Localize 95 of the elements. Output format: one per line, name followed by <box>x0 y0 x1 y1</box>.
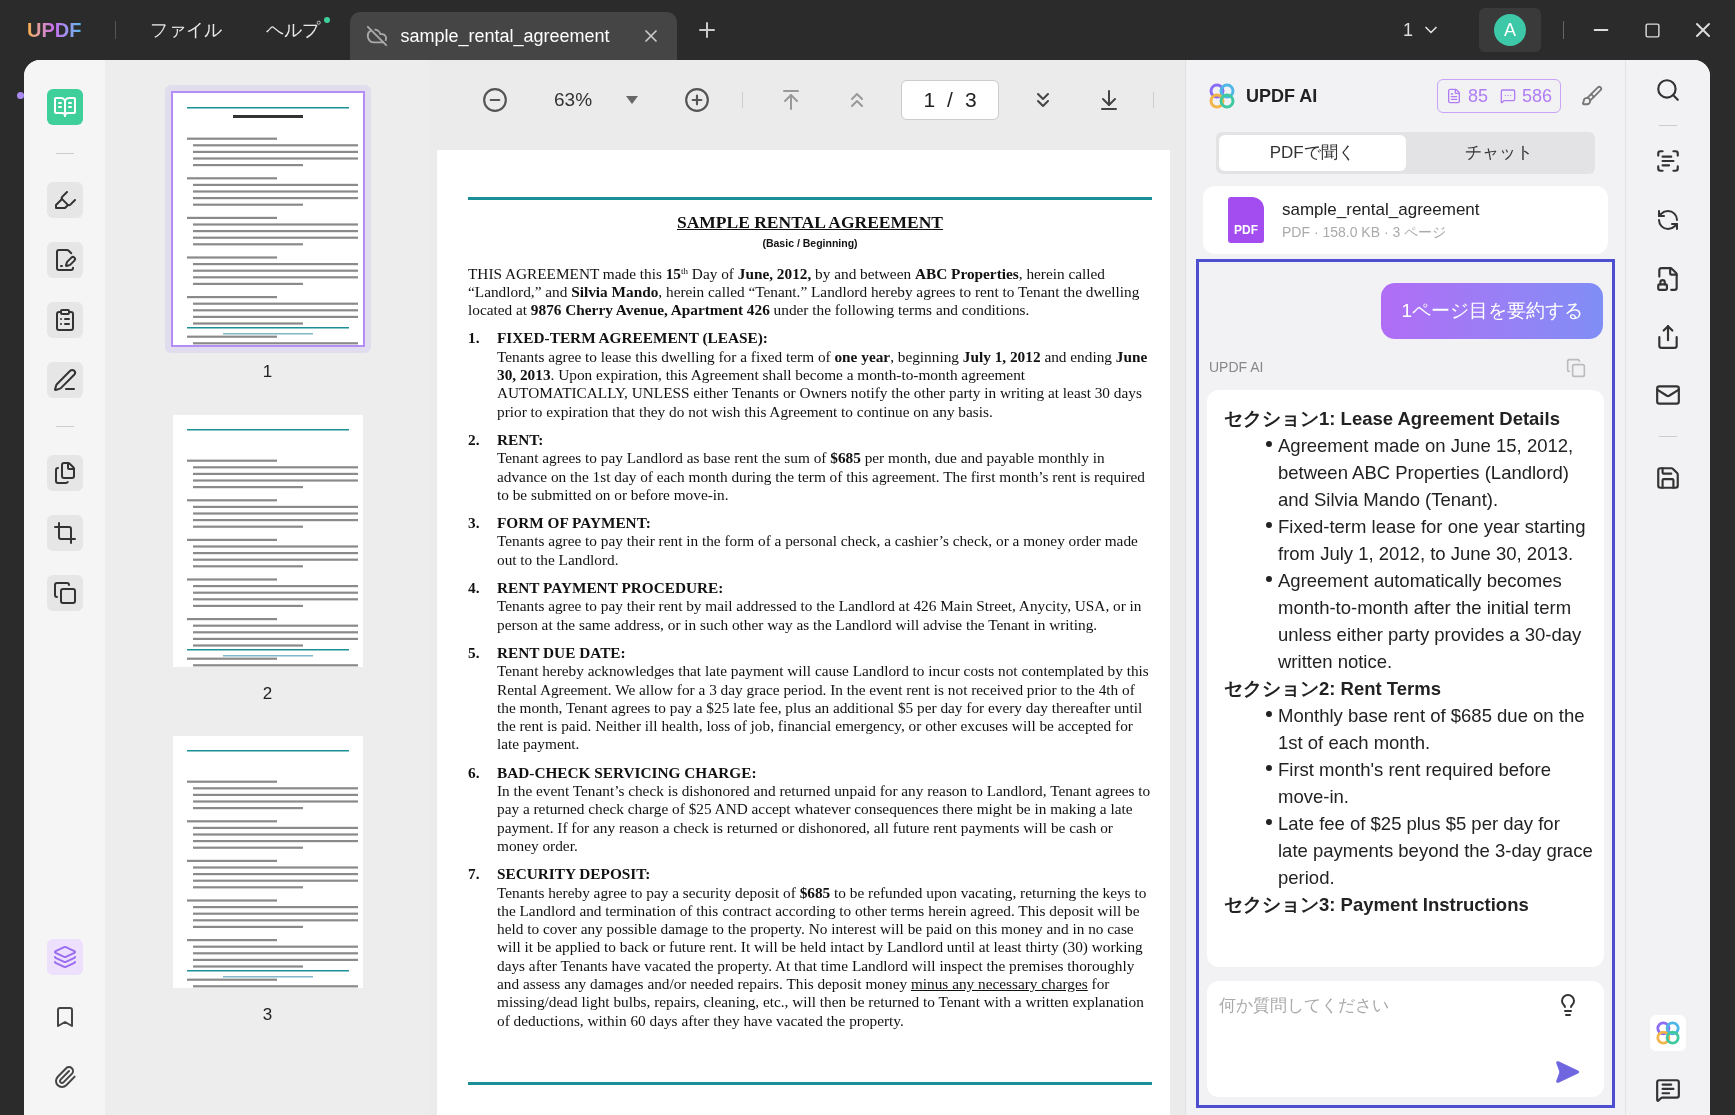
section-heading: SECURITY DEPOSIT: <box>497 865 652 884</box>
section-paragraph: Tenant hereby acknowledges that late payment will cause Landlord to incur costs not contemplated by this Rental Agreement. We allow for a 3 day grace period. In the event rent is not received prior to the 4th of the month, Tenant agrees to pay a $25 late fee, plus an additional $5 per day for every day thereafter until the rent is paid. Neither ill health, loss of job, financial emergency, or other excuses will be accepted for late payment. <box>497 662 1150 754</box>
answer-bullet: Agreement automatically becomes month-to-month after the initial term unless either party provides a 30-day written notice. <box>1278 569 1583 674</box>
chat-icon <box>1499 88 1516 104</box>
bullet-icon <box>1266 576 1272 582</box>
file-name: sample_rental_agreement <box>1282 198 1480 221</box>
page-number: 3 <box>262 1004 273 1026</box>
bullet-icon <box>1266 522 1272 528</box>
intro-paragraph: THIS AGREEMENT made this 15$^{th}$ Day of June, 2012, by and between ABC Properties, herein called “Landlord,” and Silvia Mando, herein called “Tenant.” Landlord hereby agrees to rent to Tenant the dwelling located at 9876 Cherry Avenue, Apartment 426 under the following terms and conditions. <box>468 264 1141 320</box>
ai-assistant-icon <box>1655 1020 1681 1046</box>
maximize-icon[interactable] <box>1644 21 1661 39</box>
section-number: 2. <box>468 430 481 450</box>
section-paragraph: Tenants agree to pay their rent in the form of a personal check, a cashier’s check, or a money order made out to the Landlord. <box>497 532 1139 570</box>
search-icon[interactable] <box>1655 77 1681 103</box>
save-icon[interactable] <box>1655 465 1681 491</box>
question-field[interactable]: 何か質問してください <box>1219 993 1556 1019</box>
paperclip-icon <box>52 1065 77 1089</box>
section-paragraph: Tenants hereby agree to pay a security deposit of $685 to be refunded upon vacating, returning the keys to the Landlord and termination of this contract according to other terms herein agreed. This deposit will be held to cover any possible damage to the property. No interest will be paid on this money and in no case will it be applied to back or future rent. It will be held intact by Landlord until at least thirty (30) working days after Tenants have vacated the property. At that time Landlord will inspect the premises thoroughly and assess any damages and/or needed repairs. This deposit money minus any necessary charges for missing/dead light bulbs, repairs, cleaning, etc., will then be returned to Tenant with a written explanation of deductions, within 60 days after they have vacated the property. <box>497 883 1148 1030</box>
answer-heading: セクション2: Rent Terms <box>1224 677 1442 701</box>
edit-tool-button[interactable] <box>46 242 83 278</box>
chat-credits: 586 <box>1521 84 1552 108</box>
section-heading: RENT PAYMENT PROCEDURE: <box>497 579 725 598</box>
responder-label: UPDF AI <box>1209 358 1264 377</box>
answer-bullet: Monthly base rent of $685 due on the 1st of each month. <box>1278 704 1586 755</box>
pdf-file-icon: PDF <box>1228 197 1264 243</box>
answer-heading: セクション3: Payment Instructions <box>1224 893 1530 917</box>
section-number: 4. <box>468 579 481 599</box>
document-tab[interactable]: sample_rental_agreement <box>350 12 678 60</box>
zoom-in-icon[interactable] <box>684 87 711 113</box>
section-heading: BAD-CHECK SERVICING CHARGE: <box>497 763 758 782</box>
ai-mode-tab[interactable]: PDFで聞く <box>1219 135 1406 171</box>
document-title: SAMPLE RENTAL AGREEMENT <box>675 213 945 232</box>
window-count-button[interactable]: 1 <box>1403 16 1441 44</box>
zoom-out-icon[interactable] <box>482 87 508 113</box>
bullet-icon <box>1266 765 1272 771</box>
dropdown-caret-icon[interactable] <box>626 96 639 104</box>
highlighter-icon <box>52 188 77 212</box>
section-number: 1. <box>468 329 481 349</box>
page-number: 1 <box>262 361 273 383</box>
crop-tool-button[interactable] <box>46 515 83 551</box>
answer-bullet: First month's rent required before move-in. <box>1278 758 1552 809</box>
section-number: 6. <box>468 763 481 783</box>
thumbnails-panel-button[interactable] <box>46 939 83 975</box>
convert-icon[interactable] <box>1656 208 1680 232</box>
tools-tool-button[interactable] <box>46 575 83 611</box>
section-paragraph: In the event Tenant’s check is dishonored and returned unpaid for any reason to Landlord, Tenant agrees to pay a returned check charge of $25 AND accept whatever consequences there might be in making a late payment. If for any reason a check is returned or dishonored, all future rent payments will be cash or money order. <box>497 782 1152 856</box>
section-heading: RENT DUE DATE: <box>497 643 627 663</box>
comment-tool-button[interactable] <box>46 182 83 218</box>
reader-icon <box>52 95 77 119</box>
answer-bullet: Agreement made on June 15, 2012, between ABC Properties (Landlord) and Silvia Mando (Tenant). <box>1278 434 1575 512</box>
ocr-icon[interactable] <box>1655 148 1681 174</box>
pages-icon <box>52 461 77 485</box>
send-icon[interactable] <box>1554 1059 1580 1085</box>
section-number: 7. <box>468 865 481 885</box>
page-number: 2 <box>262 682 273 705</box>
section-number: 3. <box>468 514 481 534</box>
bullet-icon <box>1266 819 1272 825</box>
section-paragraph: Tenants agree to lease this dwelling for a fixed term of one year, beginning July 1, 2012 and ending June 30, 2013. Upon expiration, this Agreement shall become a month-to-month agreement AUTOMATICALLY, UNLESS either Tenants or Owners notify the other party in writing at least 30 days prior to expiration that they do not wish this Agreement to continue on any basis. <box>497 347 1149 421</box>
answer-heading: セクション1: Lease Agreement Details <box>1224 407 1561 431</box>
page-field[interactable]: 1 / 3 <box>901 80 1000 120</box>
bullet-icon <box>1266 711 1272 717</box>
ai-mode-tab[interactable]: チャット <box>1405 135 1592 171</box>
section-heading: FIXED-TERM AGREEMENT (LEASE): <box>497 329 769 348</box>
crop-icon <box>52 521 77 545</box>
document-subtitle: (Basic / Beginning) <box>761 236 859 252</box>
layers-icon <box>52 945 77 969</box>
document-credits: 85 <box>1467 84 1488 108</box>
section-paragraph: Tenants agree to pay their rent by mail addressed to the Landlord at 426 Main Street, Anycity, USA, or in person at the same address, or in such other way as the Landlord will advise the Tenant in writing. <box>497 597 1143 634</box>
user-message: 1ページ目を要約する <box>1381 283 1603 339</box>
mail-icon[interactable] <box>1655 382 1681 408</box>
cloud-off-icon <box>366 25 389 47</box>
section-heading: RENT: <box>497 430 545 450</box>
zoom-level[interactable]: 63% <box>554 85 593 115</box>
form-tool-button[interactable] <box>46 302 83 338</box>
ai-panel-title: UPDF AI <box>1246 84 1318 108</box>
tab-title: sample_rental_agreement <box>400 24 610 49</box>
section-heading: FORM OF PAYMENT: <box>497 514 652 533</box>
brush-icon[interactable] <box>1581 85 1603 107</box>
answer-bullet: Late fee of $25 plus $5 per day for late payments beyond the 3-day grace period. <box>1278 812 1594 890</box>
sign-tool-button[interactable] <box>46 362 83 398</box>
pen-icon <box>52 368 77 392</box>
menu-item[interactable]: ファイル <box>146 12 227 48</box>
share-icon[interactable] <box>1655 324 1681 350</box>
copy-icon <box>52 581 77 605</box>
document-icon <box>1445 88 1462 104</box>
answer-bullet: Fixed-term lease for one year starting from July 1, 2012, to June 30, 2013. <box>1278 515 1587 566</box>
file-details: PDF · 158.0 KB · 3 ページ <box>1282 223 1448 243</box>
ai-logo-icon <box>1208 82 1236 110</box>
file-lock-icon[interactable] <box>1655 266 1681 292</box>
menu-item[interactable]: ヘルプ <box>262 12 325 48</box>
bullet-icon <box>1266 441 1272 447</box>
comment-icon[interactable] <box>1655 1077 1681 1103</box>
section-number: 5. <box>468 643 481 663</box>
section-paragraph: Tenant agrees to pay Landlord as base rent the sum of $685 per month, due and payable monthly in advance on the 1st day of each month during the term of this agreement. The first month’s rent is required to be submitted on or before move-in. <box>497 449 1146 505</box>
organize-tool-button[interactable] <box>46 455 83 491</box>
